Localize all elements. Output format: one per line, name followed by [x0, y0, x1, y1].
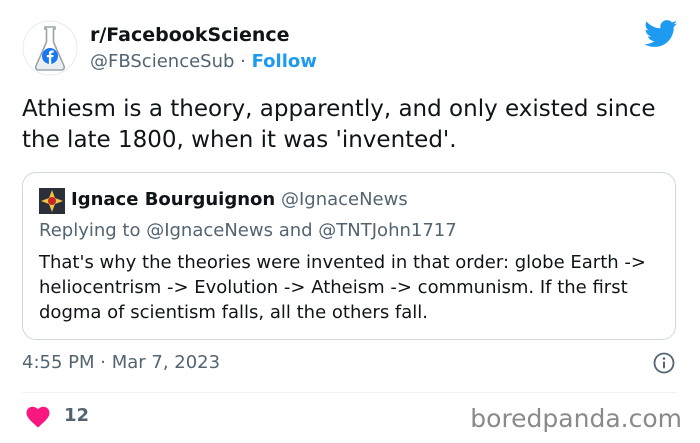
tweet-text: Athiesm is a theory, apparently, and onl… — [22, 96, 656, 153]
quote-replying-to: Replying to @IgnaceNews and @TNTJohn1717 — [39, 220, 457, 241]
flask-avatar-icon[interactable] — [22, 20, 78, 76]
quote-avatar-icon[interactable] — [39, 188, 65, 214]
quote-handle[interactable]: @IgnaceNews — [281, 189, 408, 210]
author-handle[interactable]: @FBScienceSub — [90, 51, 234, 72]
watermark: boredpanda.com — [470, 404, 682, 433]
tweet-timestamp[interactable]: 4:55 PM · Mar 7, 2023 — [22, 352, 220, 373]
quote-header: Ignace Bourguignon @IgnaceNews — [71, 189, 408, 210]
twitter-bird-icon[interactable] — [644, 20, 678, 48]
follow-button[interactable]: Follow — [252, 51, 317, 72]
handle-separator: · — [234, 51, 252, 72]
quoted-tweet-card[interactable]: Ignace Bourguignon @IgnaceNews Replying … — [22, 172, 676, 340]
author-display-name[interactable]: r/FacebookScience — [90, 24, 290, 46]
info-icon[interactable] — [653, 352, 675, 374]
divider — [22, 392, 678, 393]
heart-icon[interactable] — [26, 406, 50, 428]
quote-text: That's why the theories were invented in… — [39, 252, 646, 323]
author-handle-row: @FBScienceSub · Follow — [90, 51, 317, 72]
like-count[interactable]: 12 — [64, 405, 89, 426]
quote-display-name[interactable]: Ignace Bourguignon — [71, 189, 275, 210]
